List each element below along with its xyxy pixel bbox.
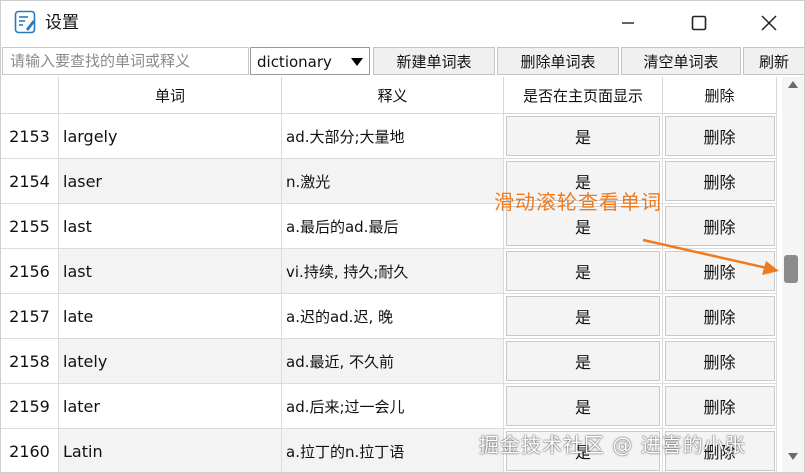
dropdown-arrow-icon [351, 58, 363, 66]
scrollbar-thumb[interactable] [784, 255, 798, 283]
row-index: 2158 [1, 339, 59, 384]
search-input[interactable] [2, 47, 249, 75]
delete-wordlist-button[interactable]: 删除单词表 [497, 47, 619, 75]
row-index: 2157 [1, 294, 59, 339]
new-wordlist-button[interactable]: 新建单词表 [373, 47, 495, 75]
word-cell[interactable]: largely [59, 114, 282, 159]
row-index: 2159 [1, 384, 59, 429]
delete-word-button[interactable]: 删除 [664, 116, 775, 156]
delete-cell: 删除 [663, 384, 777, 429]
window-title: 设置 [45, 13, 79, 33]
close-icon [761, 15, 777, 31]
close-button[interactable] [734, 1, 804, 45]
toolbar: dictionary 新建单词表 删除单词表 清空单词表 刷新 [1, 47, 804, 75]
row-index: 2156 [1, 249, 59, 294]
header-definition: 释义 [282, 77, 504, 114]
show-toggle-button[interactable]: 是 [506, 296, 660, 336]
table-row: 2153 largely ad.大部分;大量地 是 删除 [1, 114, 781, 159]
table-row: 2158 lately ad.最近, 不久前 是 删除 [1, 339, 781, 384]
table-row: 2154 laser n.激光 是 删除 [1, 159, 781, 204]
dictionary-select[interactable]: dictionary [250, 47, 370, 75]
title-bar: 设置 [1, 1, 804, 45]
word-cell[interactable]: lately [59, 339, 282, 384]
dictionary-select-value: dictionary [257, 53, 332, 71]
definition-cell[interactable]: a.最后的ad.最后 [282, 204, 504, 249]
word-cell[interactable]: laser [59, 159, 282, 204]
definition-cell[interactable]: vi.持续, 持久;耐久 [282, 249, 504, 294]
header-index [1, 77, 59, 114]
notepad-icon [14, 10, 36, 34]
delete-word-button[interactable]: 删除 [664, 161, 775, 201]
scroll-up-arrow-icon[interactable] [788, 81, 798, 88]
maximize-icon [691, 15, 707, 31]
header-word: 单词 [59, 77, 282, 114]
show-cell: 是 [504, 339, 663, 384]
annotation-text: 滑动滚轮查看单词 [494, 190, 662, 214]
show-toggle-button[interactable]: 是 [506, 386, 660, 426]
row-index: 2160 [1, 429, 59, 472]
show-cell: 是 [504, 384, 663, 429]
definition-cell[interactable]: ad.后来;过一会儿 [282, 384, 504, 429]
delete-cell: 删除 [663, 159, 777, 204]
table-row: 2159 later ad.后来;过一会儿 是 删除 [1, 384, 781, 429]
show-toggle-button[interactable]: 是 [506, 116, 660, 156]
definition-cell[interactable]: ad.大部分;大量地 [282, 114, 504, 159]
word-cell[interactable]: later [59, 384, 282, 429]
word-cell[interactable]: last [59, 249, 282, 294]
table-header: 单词 释义 是否在主页面显示 删除 [1, 77, 781, 114]
header-show-on-main: 是否在主页面显示 [504, 77, 663, 114]
annotation-arrow-icon [642, 238, 779, 275]
definition-cell[interactable]: n.激光 [282, 159, 504, 204]
delete-word-button[interactable]: 删除 [664, 341, 775, 381]
definition-cell[interactable]: ad.最近, 不久前 [282, 339, 504, 384]
maximize-button[interactable] [664, 1, 734, 45]
scroll-down-arrow-icon[interactable] [788, 453, 798, 460]
show-cell: 是 [504, 294, 663, 339]
delete-word-button[interactable]: 删除 [664, 296, 775, 336]
minimize-button[interactable] [593, 1, 663, 45]
delete-cell: 删除 [663, 339, 777, 384]
settings-window: 设置 dictionary 新建单词表 删除单词表 清空单词表 刷新 单词 释义… [0, 0, 805, 473]
word-cell[interactable]: last [59, 204, 282, 249]
row-index: 2155 [1, 204, 59, 249]
word-cell[interactable]: Latin [59, 429, 282, 472]
header-delete: 删除 [663, 77, 777, 114]
clear-wordlist-button[interactable]: 清空单词表 [621, 47, 741, 75]
delete-cell: 删除 [663, 294, 777, 339]
word-cell[interactable]: late [59, 294, 282, 339]
show-cell: 是 [504, 114, 663, 159]
vertical-scrollbar[interactable] [782, 77, 804, 472]
row-index: 2154 [1, 159, 59, 204]
watermark: 掘金技术社区 @ 进喜的小张 [479, 433, 746, 457]
show-toggle-button[interactable]: 是 [506, 341, 660, 381]
definition-cell[interactable]: a.拉丁的n.拉丁语 [282, 429, 504, 472]
table-row: 2157 late a.迟的ad.迟, 晚 是 删除 [1, 294, 781, 339]
minimize-icon [622, 22, 634, 24]
row-index: 2153 [1, 114, 59, 159]
delete-word-button[interactable]: 删除 [664, 386, 775, 426]
delete-cell: 删除 [663, 114, 777, 159]
definition-cell[interactable]: a.迟的ad.迟, 晚 [282, 294, 504, 339]
refresh-button[interactable]: 刷新 [743, 47, 804, 75]
